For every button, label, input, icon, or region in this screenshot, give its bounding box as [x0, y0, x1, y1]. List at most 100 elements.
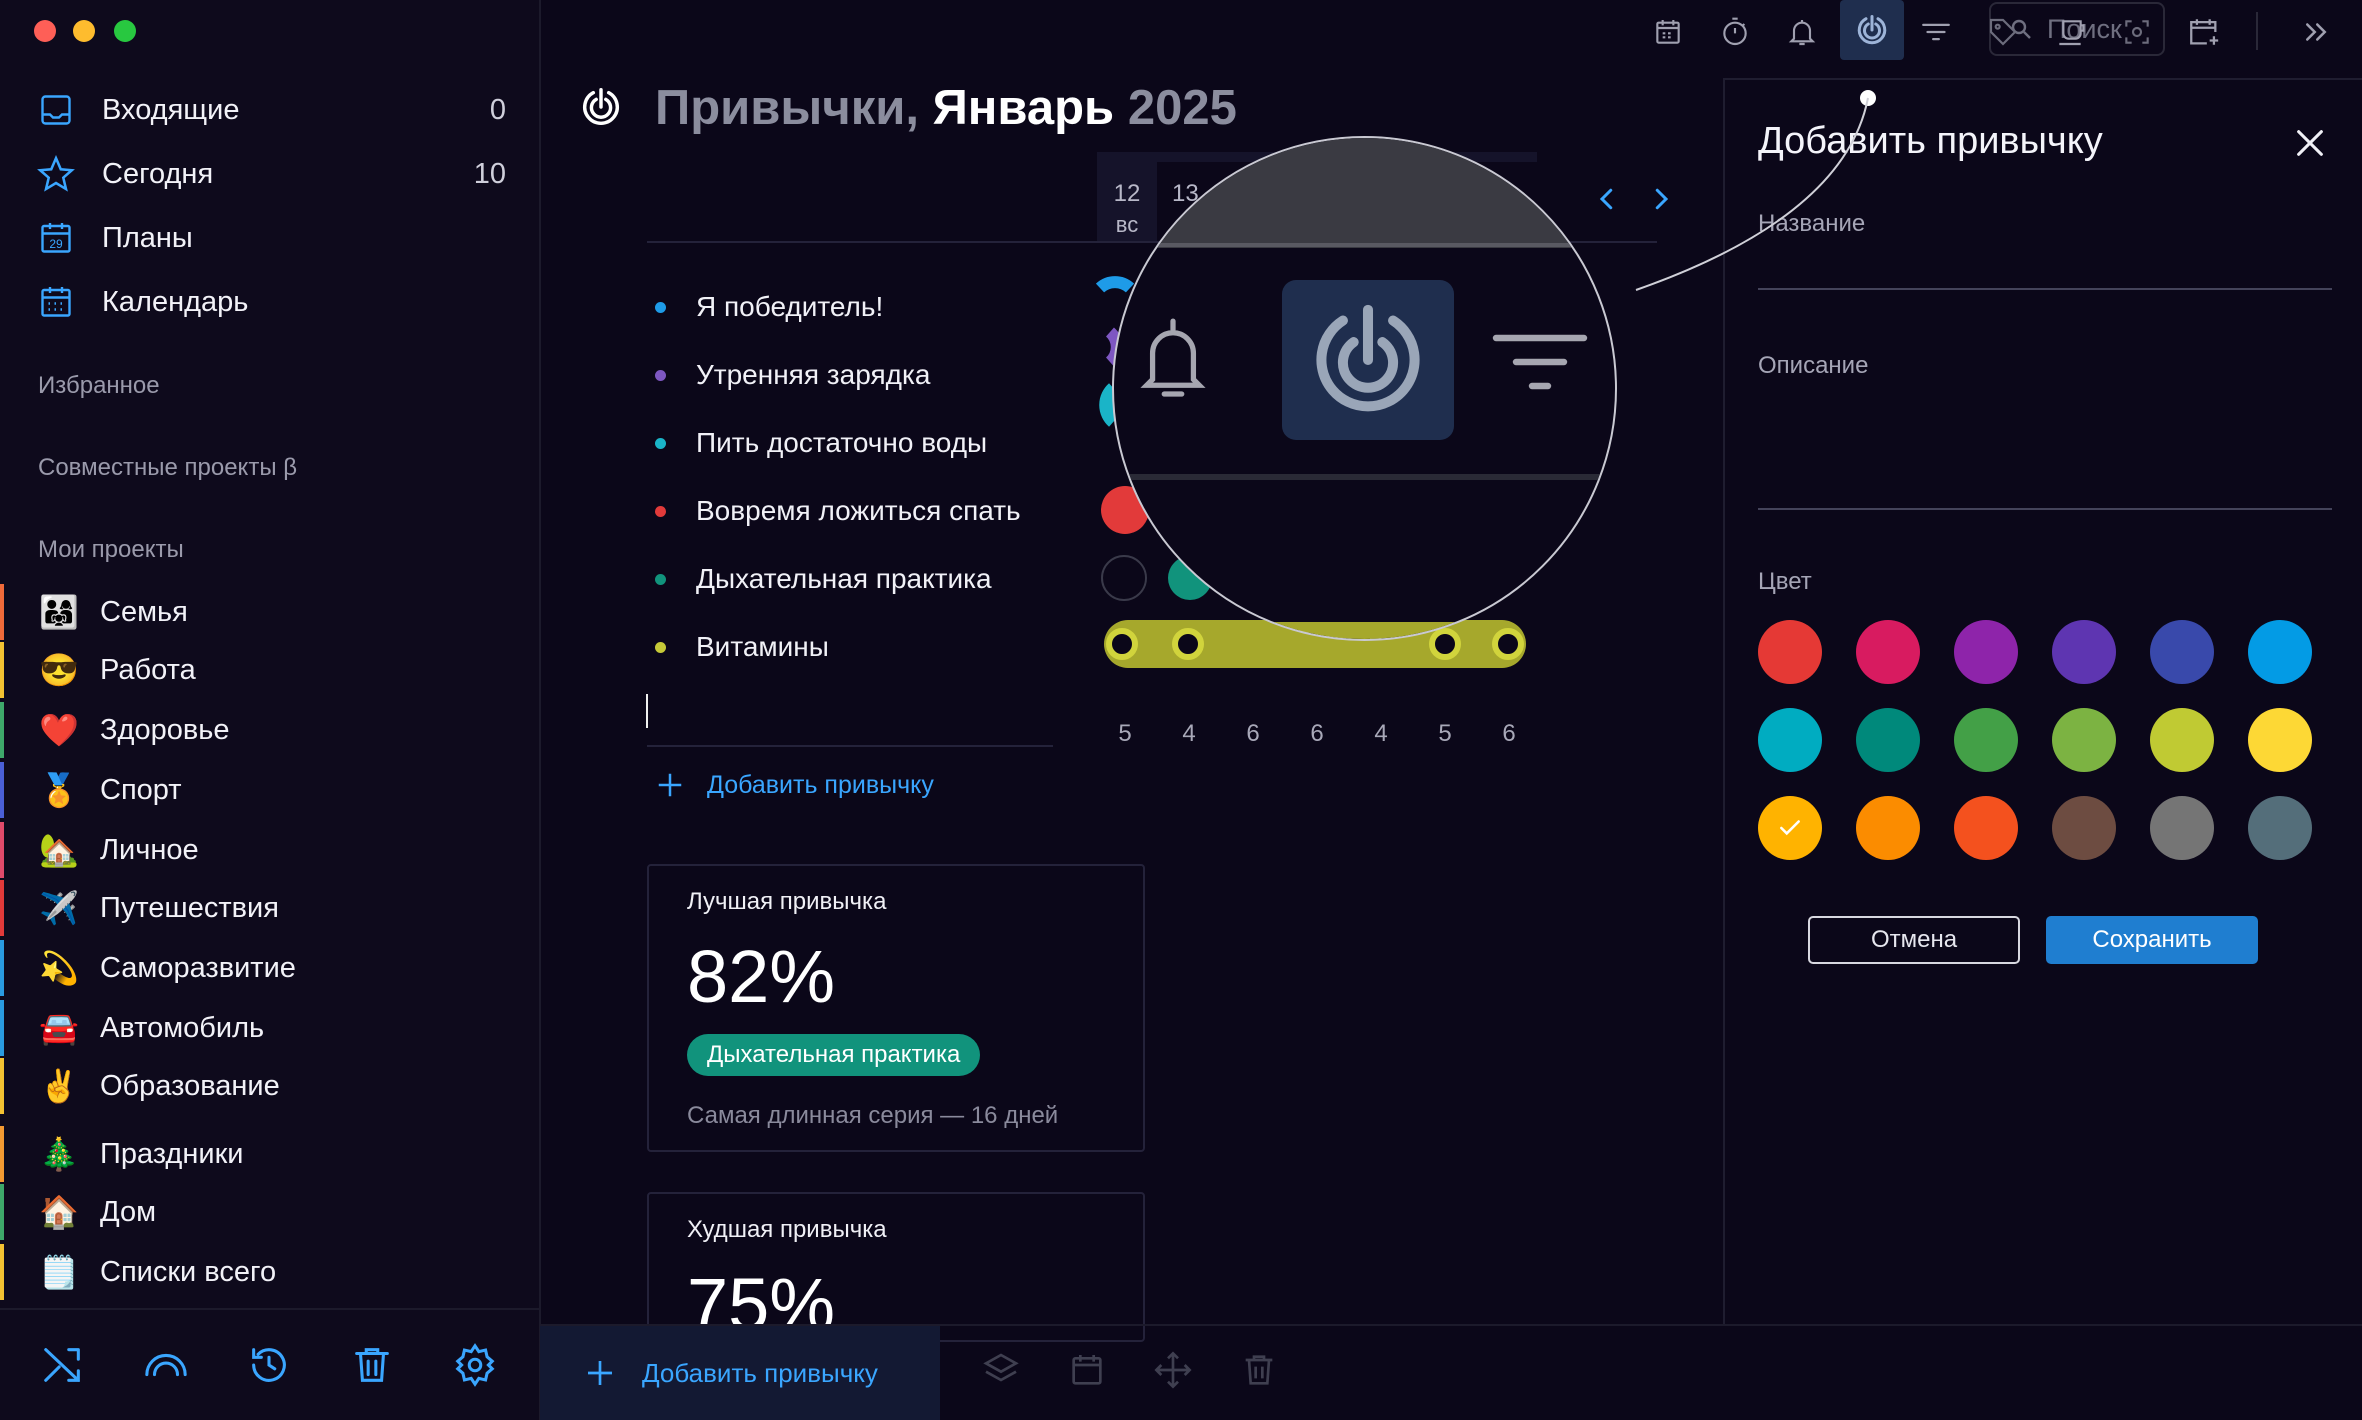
habit-row[interactable]: Витамины: [655, 627, 829, 667]
project-item[interactable]: 🎄 Праздники: [0, 1126, 520, 1182]
project-color-bar: [0, 1000, 4, 1056]
text-cursor: [646, 694, 648, 728]
description-label: Описание: [1758, 352, 1869, 379]
nav-item[interactable]: Входящие 0: [36, 85, 506, 135]
color-swatch[interactable]: [2150, 620, 2214, 684]
chevrons-right-icon[interactable]: [2294, 10, 2338, 54]
calendar-icon[interactable]: [1067, 1350, 1111, 1394]
project-item[interactable]: 🏡 Личное: [0, 822, 520, 878]
close-window-button[interactable]: [34, 20, 56, 42]
color-swatch[interactable]: [1954, 620, 2018, 684]
project-item[interactable]: ❤️ Здоровье: [0, 702, 520, 758]
close-icon[interactable]: [2293, 126, 2327, 160]
project-label: Списки всего: [100, 1255, 277, 1288]
nav-label: Планы: [102, 221, 193, 254]
shuffle-icon[interactable]: [40, 1342, 86, 1388]
description-input[interactable]: [1758, 508, 2332, 510]
project-color-bar: [0, 1244, 4, 1300]
project-color-bar: [0, 822, 4, 878]
nav-count: 0: [489, 93, 506, 126]
project-item[interactable]: ✌️ Образование: [0, 1058, 520, 1114]
project-item[interactable]: 👨‍👩‍👧 Семья: [0, 584, 520, 640]
project-color-bar: [0, 1126, 4, 1182]
daily-count: 5: [1118, 720, 1132, 747]
habit-row[interactable]: Вовремя ложиться спать: [655, 491, 1021, 531]
habit-name: Пить достаточно воды: [696, 427, 988, 458]
project-item[interactable]: 😎 Работа: [0, 642, 520, 698]
habit-row[interactable]: Дыхательная практика: [655, 559, 992, 599]
nav-item[interactable]: Календарь: [36, 277, 506, 327]
daily-count: 4: [1374, 720, 1388, 747]
tag-icon[interactable]: [1981, 10, 2025, 54]
project-item[interactable]: ✈️ Путешествия: [0, 880, 520, 936]
magnifier-lens: ВИТ: [1112, 136, 1617, 641]
color-swatch[interactable]: [1954, 796, 2018, 860]
best-habit-card: Лучшая привычка 82% Дыхательная практика…: [647, 864, 1145, 1152]
minimize-window-button[interactable]: [73, 20, 95, 42]
layers-icon[interactable]: [981, 1350, 1025, 1394]
nav-label: Календарь: [102, 285, 249, 318]
habit-row[interactable]: Пить достаточно воды: [655, 423, 987, 463]
coffee-icon[interactable]: [2048, 10, 2092, 54]
settings-icon[interactable]: [452, 1342, 498, 1388]
bell-icon[interactable]: [1780, 10, 1824, 54]
color-swatch[interactable]: [1758, 796, 1822, 860]
history-icon[interactable]: [246, 1342, 292, 1388]
color-label: Цвет: [1758, 568, 1812, 595]
habit-name: Витамины: [696, 631, 829, 662]
favorites-section-title[interactable]: Избранное: [38, 372, 160, 400]
color-swatch[interactable]: [2052, 620, 2116, 684]
color-swatch[interactable]: [1856, 796, 1920, 860]
project-item[interactable]: 🏅 Спорт: [0, 762, 520, 818]
bottom-add-habit-button[interactable]: Добавить привычку: [540, 1326, 940, 1420]
project-label: Автомобиль: [100, 1011, 265, 1044]
my-projects-section-title[interactable]: Мои проекты: [38, 536, 184, 564]
filter-icon[interactable]: [1914, 10, 1958, 54]
project-color-bar: [0, 1058, 4, 1114]
nav-item[interactable]: Сегодня 10: [36, 149, 506, 199]
color-swatch[interactable]: [2248, 796, 2312, 860]
color-swatch[interactable]: [1758, 708, 1822, 772]
project-label: Спорт: [100, 773, 182, 806]
color-swatch[interactable]: [1856, 620, 1920, 684]
trash-icon[interactable]: [1239, 1350, 1283, 1394]
habits-icon[interactable]: [1840, 0, 1904, 60]
cancel-button[interactable]: Отмена: [1808, 916, 2020, 964]
habit-row[interactable]: Я победитель!: [655, 287, 883, 327]
project-color-bar: [0, 762, 4, 818]
color-swatch[interactable]: [2052, 796, 2116, 860]
timer-icon[interactable]: [1713, 10, 1757, 54]
sidebar: Входящие 0 Сегодня 10 29 Планы Календарь Избра…: [0, 0, 541, 1420]
project-color-bar: [0, 940, 4, 996]
sidebar-bottom-bar: [0, 1308, 539, 1420]
nav-count: 10: [473, 157, 506, 190]
color-swatch[interactable]: [2150, 796, 2214, 860]
maximize-window-button[interactable]: [114, 20, 136, 42]
project-color-bar: [0, 880, 4, 936]
color-swatch[interactable]: [1954, 708, 2018, 772]
project-item[interactable]: 🗒️ Списки всего: [0, 1244, 520, 1300]
save-button[interactable]: Сохранить: [2046, 916, 2258, 964]
color-swatch[interactable]: [2248, 620, 2312, 684]
color-swatch[interactable]: [1758, 620, 1822, 684]
rainbow-icon[interactable]: [143, 1342, 189, 1388]
habit-color-dot: [655, 505, 666, 517]
nav-item[interactable]: 29 Планы: [36, 213, 506, 263]
callout-pointer: [1635, 90, 1876, 291]
add-habit-link[interactable]: Добавить привычку: [655, 770, 934, 800]
color-swatch[interactable]: [2052, 708, 2116, 772]
project-item[interactable]: 🚘 Автомобиль: [0, 1000, 520, 1056]
calendar-icon[interactable]: [1646, 10, 1690, 54]
color-swatch[interactable]: [1856, 708, 1920, 772]
habit-row[interactable]: Утренняя зарядка: [655, 355, 930, 395]
scan-icon[interactable]: [2115, 10, 2159, 54]
shared-projects-section-title[interactable]: Совместные проекты β: [38, 454, 297, 482]
color-swatch[interactable]: [2150, 708, 2214, 772]
color-swatch[interactable]: [2248, 708, 2312, 772]
daily-count: 4: [1182, 720, 1196, 747]
project-item[interactable]: 💫 Саморазвитие: [0, 940, 520, 996]
project-item[interactable]: 🏠 Дом: [0, 1184, 520, 1240]
add-calendar-icon[interactable]: [2182, 10, 2226, 54]
trash-icon[interactable]: [349, 1342, 395, 1388]
move-icon[interactable]: [1153, 1350, 1197, 1394]
